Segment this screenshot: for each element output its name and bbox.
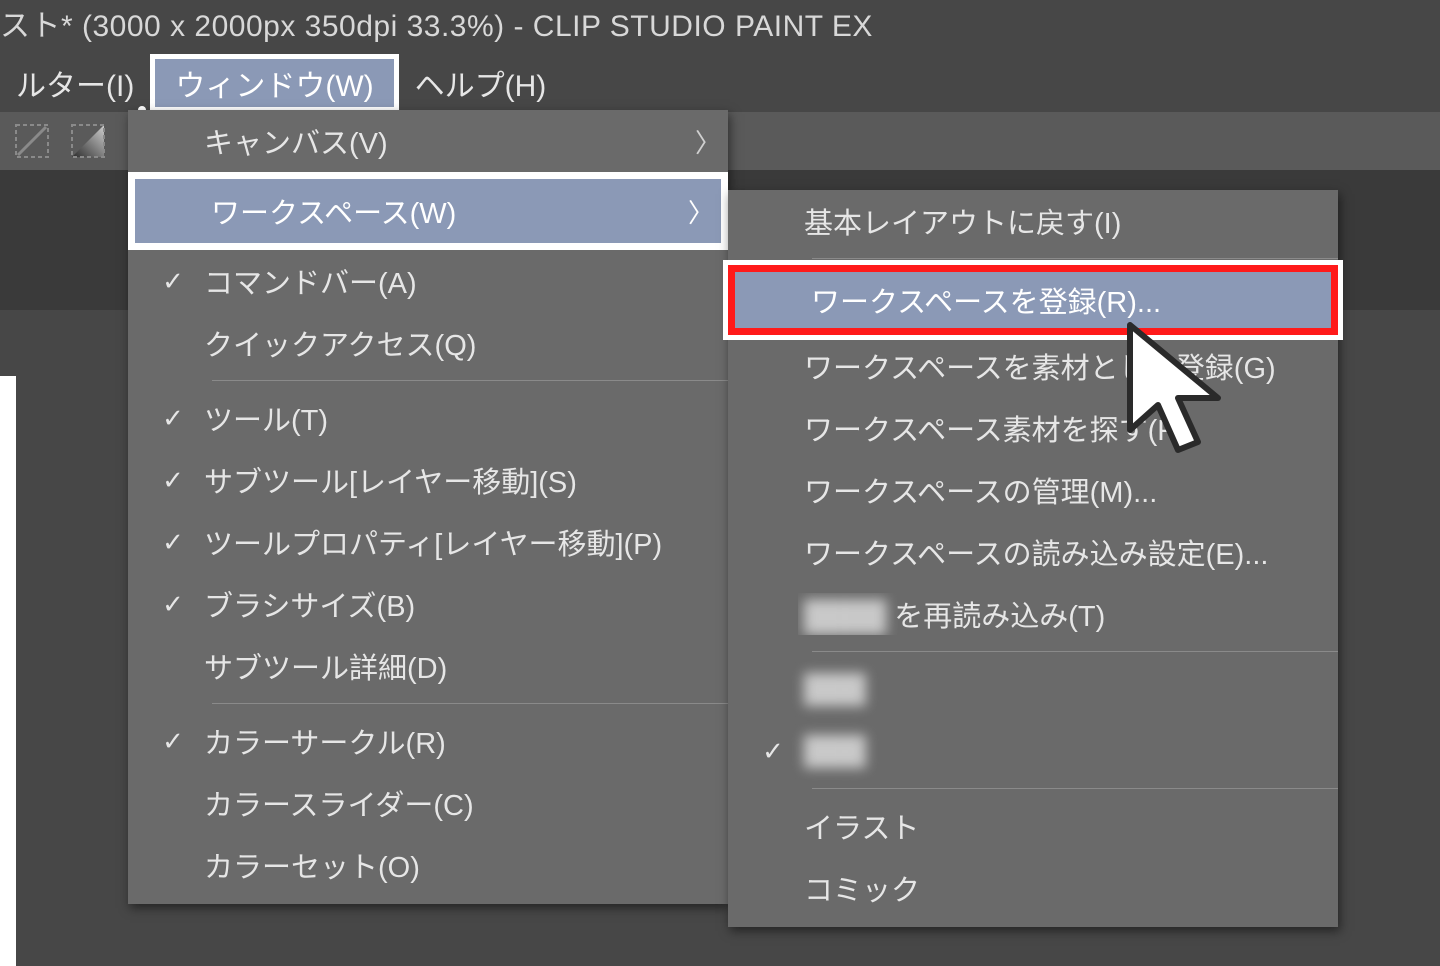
menu-item-label: ワークスペース(W) <box>205 190 681 232</box>
blurred-text: ████ <box>804 601 886 633</box>
blurred-text: ███ <box>798 735 1298 768</box>
menu-item-brushsize[interactable]: ✓ ブラシサイズ(B) <box>128 573 728 635</box>
menu-item-label: カラースライダー(C) <box>198 782 688 824</box>
menu-item-label: ワークスペースを素材として登録(G) <box>798 345 1298 387</box>
submenu-register-workspace[interactable]: ワークスペースを登録(R)... <box>728 265 1338 335</box>
submenu-register-material[interactable]: ワークスペースを素材として登録(G) <box>728 335 1338 397</box>
menu-separator <box>812 788 1338 789</box>
menu-item-canvas[interactable]: キャンバス(V) 〉 <box>128 110 728 172</box>
menu-item-label: イラスト <box>798 805 1298 847</box>
menu-item-label: コミック <box>798 867 1298 909</box>
chevron-right-icon: 〉 <box>681 193 721 230</box>
check-icon: ✓ <box>148 589 198 620</box>
submenu-workspace-item-2[interactable]: ✓ ███ <box>728 720 1338 782</box>
workspace-submenu-panel: 基本レイアウトに戻す(I) ワークスペースを登録(R)... ワークスペースを素… <box>728 190 1338 927</box>
menu-item-label: ワークスペースの読み込み設定(E)... <box>798 531 1298 573</box>
menu-separator <box>812 651 1338 652</box>
menu-item-label: カラーサークル(R) <box>198 720 688 762</box>
menu-item-label: ツール(T) <box>198 397 688 439</box>
menu-item-toolproperty[interactable]: ✓ ツールプロパティ[レイヤー移動](P) <box>128 511 728 573</box>
blurred-text: ███ <box>798 673 1298 706</box>
submenu-illust[interactable]: イラスト <box>728 795 1338 857</box>
check-icon: ✓ <box>148 527 198 558</box>
menu-item-label: ワークスペースの管理(M)... <box>798 469 1298 511</box>
menu-item-colorset[interactable]: カラーセット(O) <box>128 834 728 896</box>
menu-item-label: クイックアクセス(Q) <box>198 322 688 364</box>
submenu-manage[interactable]: ワークスペースの管理(M)... <box>728 459 1338 521</box>
window-menu-panel: キャンバス(V) 〉 ワークスペース(W) 〉 ✓ コマンドバー(A) クイック… <box>128 110 728 904</box>
menu-item-label: キャンバス(V) <box>198 120 688 162</box>
canvas-edge <box>0 376 16 966</box>
menu-separator <box>212 703 728 704</box>
menu-item-label: 基本レイアウトに戻す(I) <box>798 200 1298 242</box>
chevron-right-icon: 〉 <box>688 123 728 160</box>
menu-item-subtooldetail[interactable]: サブツール詳細(D) <box>128 635 728 697</box>
menu-bar: ルター(I) ウィンドウ(W) ヘルプ(H) <box>0 54 1440 112</box>
check-icon: ✓ <box>148 403 198 434</box>
menu-item-label: サブツール[レイヤー移動](S) <box>198 459 688 501</box>
menu-item-label: カラーセット(O) <box>198 844 688 886</box>
submenu-workspace-item-1[interactable]: ███ <box>728 658 1338 720</box>
menu-item-tool[interactable]: ✓ ツール(T) <box>128 387 728 449</box>
menu-item-label: ツールプロパティ[レイヤー移動](P) <box>198 521 688 563</box>
menu-filter[interactable]: ルター(I) <box>0 57 150 109</box>
check-icon: ✓ <box>148 465 198 496</box>
menu-separator <box>812 258 1338 259</box>
window-title: スト* (3000 x 2000px 350dpi 33.3%) - CLIP … <box>0 0 1440 54</box>
submenu-comic[interactable]: コミック <box>728 857 1338 919</box>
menu-item-subtool[interactable]: ✓ サブツール[レイヤー移動](S) <box>128 449 728 511</box>
menu-item-quickaccess[interactable]: クイックアクセス(Q) <box>128 312 728 374</box>
menu-item-label: ████ を再読み込み(T) <box>798 593 1298 635</box>
submenu-reset-layout[interactable]: 基本レイアウトに戻す(I) <box>728 190 1338 252</box>
menu-window[interactable]: ウィンドウ(W) <box>150 54 398 112</box>
menu-item-label: ワークスペース素材を探す(F) <box>798 407 1298 449</box>
selection-none-icon[interactable] <box>8 119 56 163</box>
submenu-reload[interactable]: ████ を再読み込み(T) <box>728 583 1338 645</box>
menu-separator <box>212 380 728 381</box>
selection-gradient-icon[interactable] <box>64 119 112 163</box>
menu-help[interactable]: ヘルプ(H) <box>399 57 563 109</box>
check-icon: ✓ <box>148 266 198 297</box>
menu-item-label: ワークスペースを登録(R)... <box>805 279 1291 321</box>
submenu-import-settings[interactable]: ワークスペースの読み込み設定(E)... <box>728 521 1338 583</box>
menu-item-colorcircle[interactable]: ✓ カラーサークル(R) <box>128 710 728 772</box>
check-icon: ✓ <box>148 726 198 757</box>
check-icon: ✓ <box>748 736 798 767</box>
reload-suffix: を再読み込み(T) <box>894 601 1105 633</box>
menu-item-label: ブラシサイズ(B) <box>198 583 688 625</box>
menu-item-workspace[interactable]: ワークスペース(W) 〉 <box>128 172 728 250</box>
menu-item-label: コマンドバー(A) <box>198 260 688 302</box>
menu-item-label: サブツール詳細(D) <box>198 645 688 687</box>
submenu-find-material[interactable]: ワークスペース素材を探す(F) <box>728 397 1338 459</box>
menu-item-commandbar[interactable]: ✓ コマンドバー(A) <box>128 250 728 312</box>
menu-item-colorslider[interactable]: カラースライダー(C) <box>128 772 728 834</box>
